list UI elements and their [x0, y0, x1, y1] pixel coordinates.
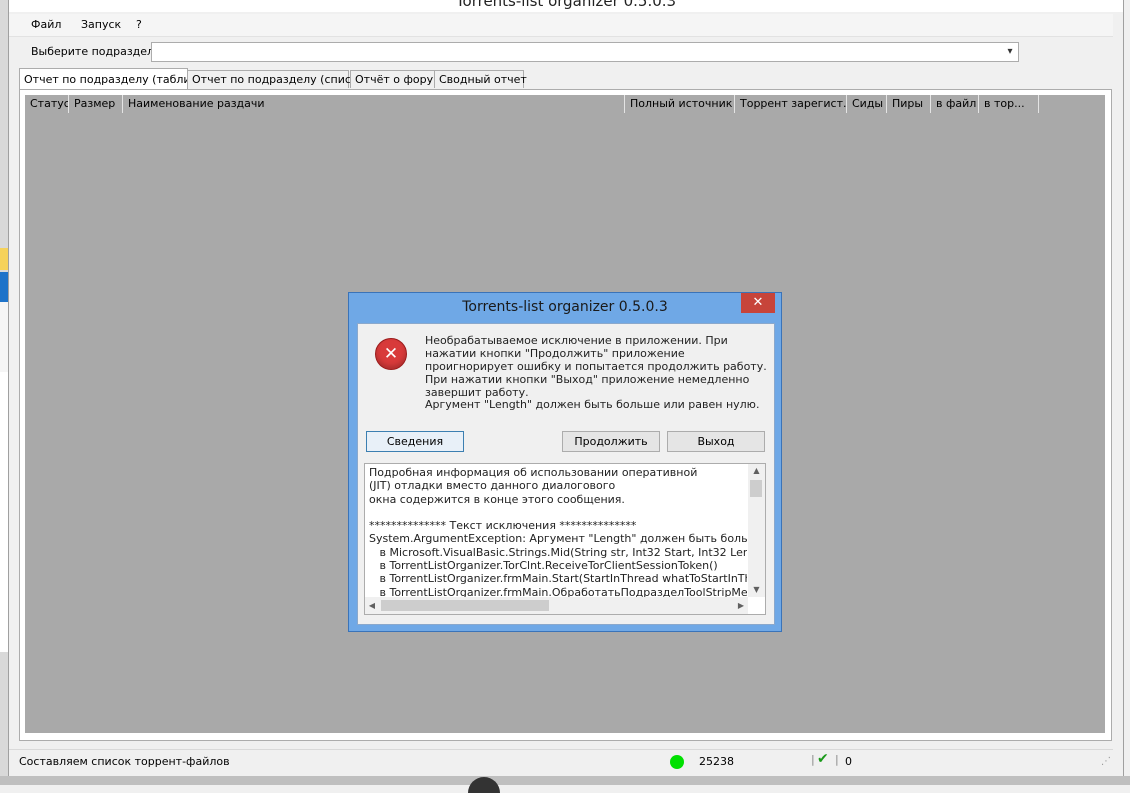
scroll-left-icon[interactable]: ◀ — [365, 597, 379, 614]
continue-button[interactable]: Продолжить — [562, 431, 660, 452]
desktop-icon-strip — [0, 272, 8, 302]
status-bar: Составляем список торрент-файлов 25238 |… — [9, 749, 1113, 774]
menu-run[interactable]: Запуск — [81, 18, 121, 31]
tab-report-forum[interactable]: Отчёт о форум — [350, 70, 441, 88]
scroll-thumb[interactable] — [750, 480, 762, 497]
taskbar — [0, 776, 1130, 785]
exit-button[interactable]: Выход — [667, 431, 765, 452]
status-text: Составляем список торрент-файлов — [19, 755, 230, 768]
status-separator: | — [835, 753, 839, 766]
dialog-message: Необрабатываемое исключение в приложении… — [425, 334, 767, 399]
resize-grip-icon[interactable]: ⋰ — [1101, 756, 1111, 767]
dialog-title: Torrents-list organizer 0.5.0.3 — [462, 299, 668, 315]
menu-bar: Файл Запуск ? — [9, 14, 1113, 37]
desktop-icon-strip — [0, 302, 8, 372]
column-header-in-file[interactable]: в файл — [931, 95, 979, 113]
subsection-label: Выберите подраздел: — [31, 45, 158, 58]
column-header-registered[interactable]: Торрент зарегист. — [735, 95, 847, 113]
desktop-icon-strip — [0, 248, 8, 270]
dialog-body: ✕ Необрабатываемое исключение в приложен… — [357, 323, 775, 625]
window-title: Torrents-list organizer 0.5.0.3 — [455, 0, 677, 10]
status-separator: | — [811, 753, 815, 766]
column-header-in-torrent[interactable]: в тор... — [979, 95, 1039, 113]
menu-file[interactable]: Файл — [31, 18, 61, 31]
main-title-bar[interactable]: Torrents-list organizer 0.5.0.3 — [9, 0, 1123, 12]
close-icon[interactable]: ✕ — [741, 293, 775, 313]
status-count: 25238 — [699, 755, 734, 768]
subsection-row: Выберите подраздел: ▾ — [9, 38, 1113, 66]
tab-report-list[interactable]: Отчет по подразделу (список) — [187, 70, 369, 88]
horizontal-scrollbar[interactable]: ◀ ▶ — [365, 597, 748, 614]
scroll-down-icon[interactable]: ▼ — [748, 583, 765, 597]
vertical-scrollbar[interactable]: ▲ ▼ — [748, 464, 765, 597]
scroll-up-icon[interactable]: ▲ — [748, 464, 765, 478]
tab-report-table[interactable]: Отчет по подразделу (таблица) — [19, 68, 209, 89]
column-header-name[interactable]: Наименование раздачи — [123, 95, 625, 113]
desktop-icon-strip — [0, 372, 8, 652]
details-button[interactable]: Сведения — [366, 431, 464, 452]
chevron-down-icon[interactable]: ▾ — [1002, 43, 1018, 61]
column-header-seeds[interactable]: Сиды — [847, 95, 887, 113]
status-indicator-dot — [670, 755, 684, 769]
scroll-thumb[interactable] — [381, 600, 549, 611]
status-error-count: 0 — [845, 755, 852, 768]
scroll-right-icon[interactable]: ▶ — [734, 597, 748, 614]
column-header-size[interactable]: Размер — [69, 95, 123, 113]
subsection-select[interactable]: ▾ — [151, 42, 1019, 62]
column-header-full-source[interactable]: Полный источник — [625, 95, 735, 113]
menu-help[interactable]: ? — [136, 18, 142, 31]
desktop-background — [0, 0, 8, 785]
column-header-status[interactable]: Статус — [25, 95, 69, 113]
tab-summary-report[interactable]: Сводный отчет — [434, 70, 527, 88]
column-header-peers[interactable]: Пиры — [887, 95, 931, 113]
error-icon: ✕ — [375, 338, 407, 370]
dialog-argument-message: Аргумент "Length" должен быть больше или… — [425, 398, 760, 411]
check-icon: ✔ — [817, 751, 829, 767]
details-text: Подробная информация об использовании оп… — [369, 466, 747, 599]
error-dialog: Torrents-list organizer 0.5.0.3 ✕ ✕ Необ… — [348, 292, 782, 632]
details-textbox[interactable]: Подробная информация об использовании оп… — [364, 463, 766, 615]
